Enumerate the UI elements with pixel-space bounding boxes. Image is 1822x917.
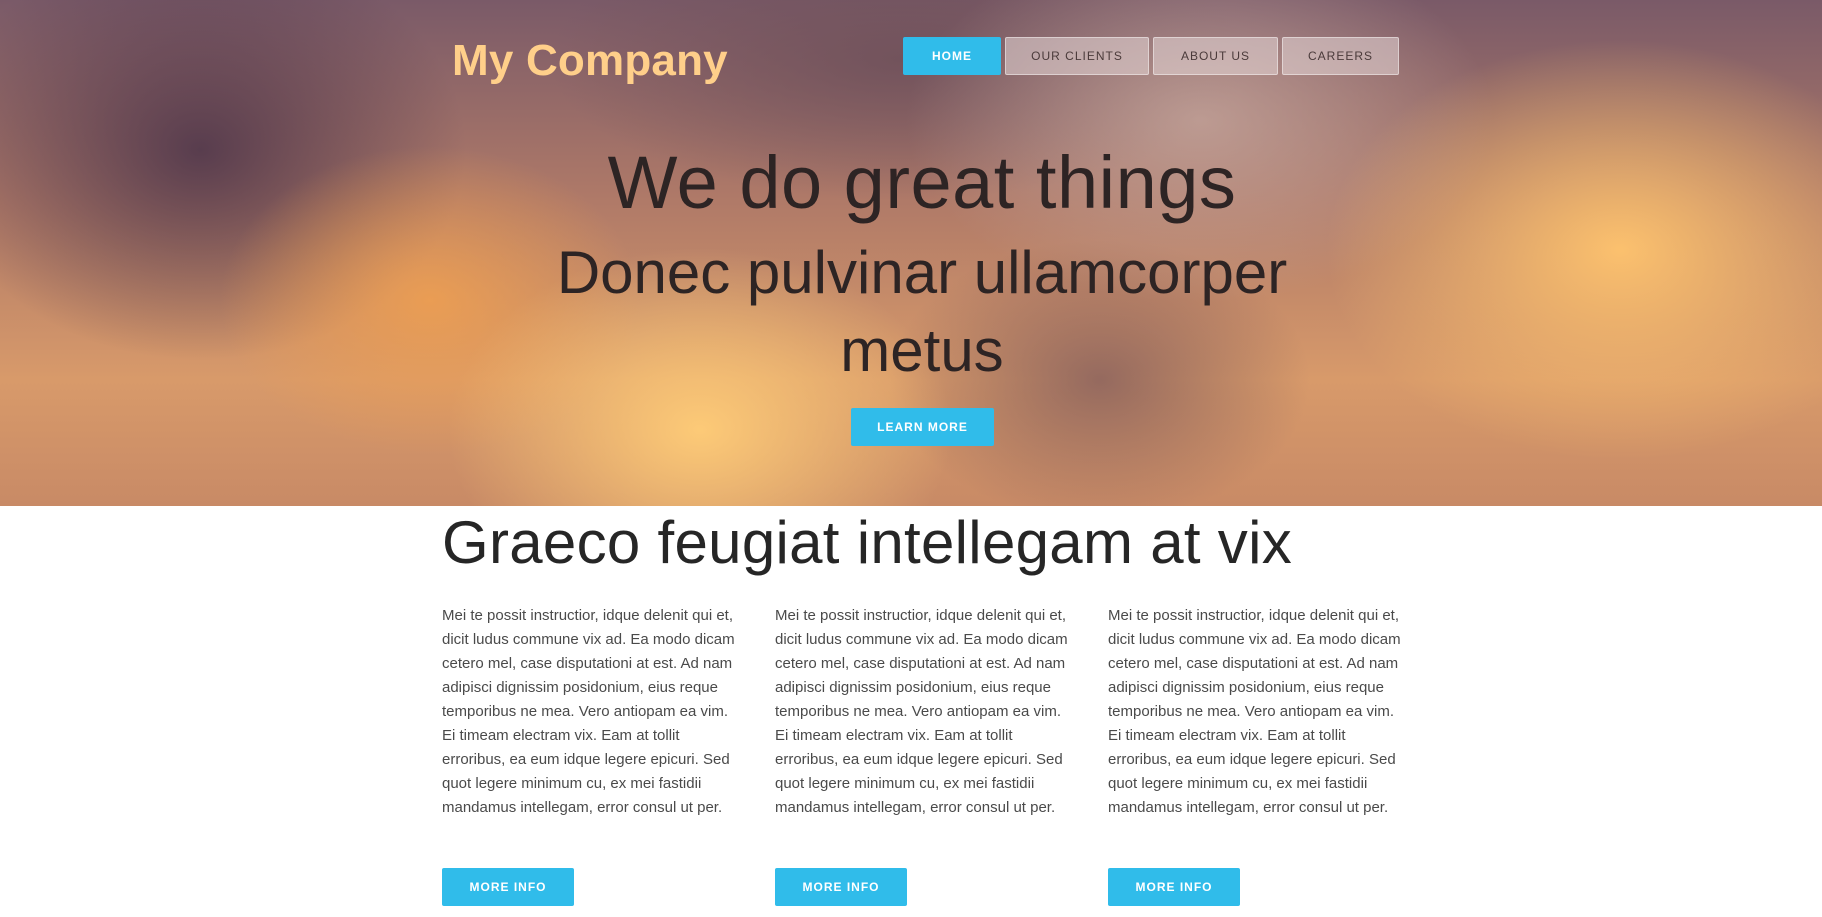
nav-item-careers[interactable]: CAREERS	[1282, 37, 1399, 75]
more-info-button[interactable]: MORE INFO	[775, 868, 907, 906]
nav-item-about-us[interactable]: ABOUT US	[1153, 37, 1278, 75]
nav-item-our-clients[interactable]: OUR CLIENTS	[1005, 37, 1149, 75]
section-title: Graeco feugiat intellegam at vix	[442, 509, 1293, 576]
info-column: Mei te possit instructior, idque delenit…	[1108, 604, 1408, 906]
column-text: Mei te possit instructior, idque delenit…	[1108, 607, 1401, 816]
hero-banner: My Company HOME OUR CLIENTS ABOUT US CAR…	[0, 0, 1822, 506]
nav-item-home[interactable]: HOME	[903, 37, 1001, 75]
learn-more-button[interactable]: LEARN MORE	[851, 408, 994, 446]
hero-subtitle: Donec pulvinar ullamcorper metus	[556, 239, 1288, 384]
column-text: Mei te possit instructior, idque delenit…	[775, 607, 1068, 816]
info-column: Mei te possit instructior, idque delenit…	[442, 604, 742, 906]
company-logo[interactable]: My Company	[452, 36, 728, 86]
more-info-button[interactable]: MORE INFO	[1108, 868, 1240, 906]
column-text: Mei te possit instructior, idque delenit…	[442, 607, 735, 816]
more-info-button[interactable]: MORE INFO	[442, 868, 574, 906]
info-column: Mei te possit instructior, idque delenit…	[775, 604, 1075, 906]
hero-title: We do great things	[607, 141, 1237, 224]
main-nav: HOME OUR CLIENTS ABOUT US CAREERS	[903, 37, 1399, 75]
